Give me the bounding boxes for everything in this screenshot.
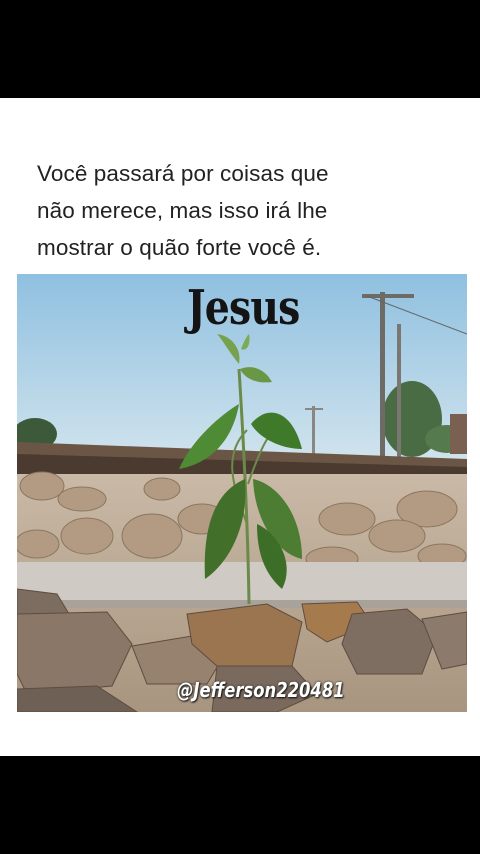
post-card: Você passará por coisas que não merece, …	[0, 98, 480, 756]
post-photo[interactable]: Jesus @Jefferson220481	[17, 274, 467, 712]
caption-line-3: mostrar o quão forte você é.	[37, 235, 322, 260]
plant-on-railway-illustration	[17, 274, 467, 712]
caption-line-2: não merece, mas isso irá lhe	[37, 198, 328, 223]
caption-line-1: Você passará por coisas que	[37, 161, 329, 186]
overlay-title: Jesus	[187, 280, 300, 336]
watermark-handle: @Jefferson220481	[177, 678, 345, 702]
post-caption: Você passará por coisas que não merece, …	[37, 155, 447, 266]
